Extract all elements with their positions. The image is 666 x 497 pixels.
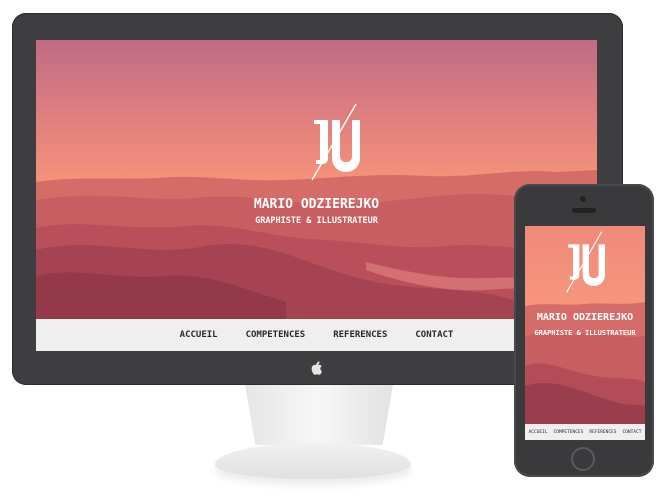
phone-speaker-icon bbox=[572, 208, 596, 213]
site-tagline: GRAPHISTE & ILLUSTRATEUR bbox=[255, 216, 378, 226]
mobile-nav-bar: ACCUEIL COMPETENCES REFERENCES CONTACT bbox=[525, 424, 645, 440]
mobile-site-screen: MARIO ODZIEREJKO GRAPHISTE & ILLUSTRATEU… bbox=[525, 226, 645, 440]
phone-home-button[interactable] bbox=[571, 447, 595, 471]
mountain-landscape bbox=[36, 170, 597, 351]
mo-monogram-icon bbox=[566, 231, 605, 293]
nav-item-contact[interactable]: CONTACT bbox=[415, 330, 453, 340]
site-name: MARIO ODZIEREJKO bbox=[253, 197, 380, 212]
phone-camera-icon bbox=[580, 196, 586, 202]
mobile-site-tagline: GRAPHISTE & ILLUSTRATEUR bbox=[534, 329, 636, 337]
mobile-logo bbox=[563, 230, 607, 294]
desktop-site-screen: MARIO ODZIEREJKO GRAPHISTE & ILLUSTRATEU… bbox=[36, 40, 597, 351]
mobile-site-name: MARIO ODZIEREJKO bbox=[536, 312, 634, 323]
mobile-nav-item-contact[interactable]: CONTACT bbox=[622, 430, 641, 435]
nav-item-references[interactable]: REFERENCES bbox=[333, 330, 387, 340]
monitor-stand-base bbox=[215, 443, 411, 479]
monitor-stand-neck bbox=[245, 385, 393, 445]
apple-icon bbox=[309, 361, 323, 375]
mobile-nav-item-references[interactable]: REFERENCES bbox=[589, 430, 616, 435]
mobile-nav-item-competences[interactable]: COMPETENCES bbox=[554, 430, 584, 435]
logo bbox=[308, 102, 362, 182]
nav-item-accueil[interactable]: ACCUEIL bbox=[180, 330, 218, 340]
mobile-nav-item-accueil[interactable]: ACCUEIL bbox=[529, 430, 548, 435]
nav-item-competences[interactable]: COMPETENCES bbox=[246, 330, 306, 340]
mo-monogram-icon bbox=[311, 103, 360, 181]
desktop-nav-bar: ACCUEIL COMPETENCES REFERENCES CONTACT bbox=[36, 319, 597, 351]
